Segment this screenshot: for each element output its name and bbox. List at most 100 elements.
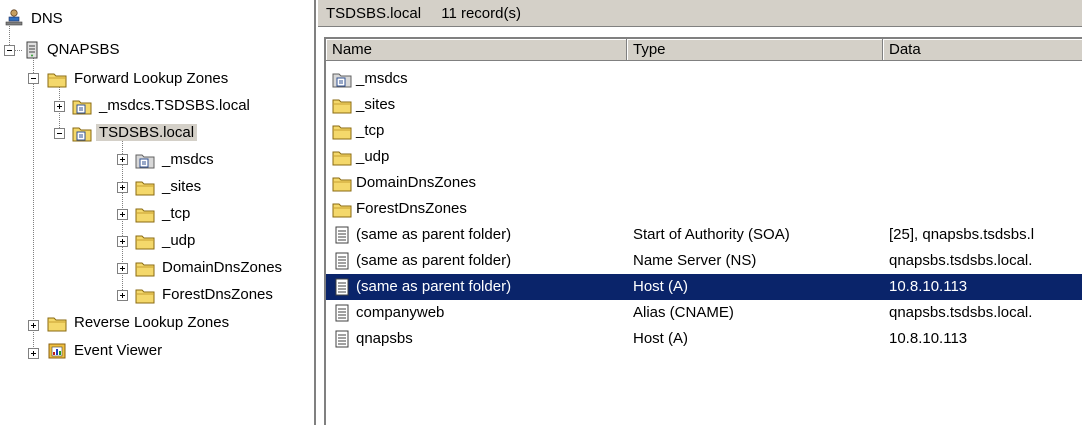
folder-icon (47, 317, 67, 332)
server-icon (26, 41, 38, 59)
list-header: Name Type Data (326, 39, 1082, 61)
folder-icon (47, 73, 67, 88)
tree-item-label: _msdcs.TSDSBS.local (99, 97, 250, 114)
table-row[interactable]: _udp (326, 144, 1082, 170)
tree-item-zone-msdcs[interactable]: _msdcs.TSDSBS.local (72, 93, 253, 119)
zone-icon (72, 127, 92, 142)
tree-item-forward-lookup-zones[interactable]: Forward Lookup Zones (47, 66, 231, 92)
event-viewer-icon (48, 343, 66, 359)
expand-toggle[interactable] (28, 320, 39, 331)
collapse-toggle[interactable] (28, 73, 39, 84)
expand-toggle[interactable] (54, 101, 65, 112)
folder-icon (332, 151, 352, 166)
table-row[interactable]: (same as parent folder) Name Server (NS) q… (326, 248, 1082, 274)
table-row[interactable]: _msdcs (326, 66, 1082, 92)
tree-item-reverse-lookup-zones[interactable]: Reverse Lookup Zones (47, 310, 232, 336)
folder-icon (135, 208, 155, 223)
expand-toggle[interactable] (117, 209, 128, 220)
tree-item-forestdnszones[interactable]: ForestDnsZones (135, 282, 276, 308)
cell-type: Host (A) (633, 278, 689, 295)
table-row[interactable]: companyweb Alias (CNAME) qnapsbs.tsdsbs.lo… (326, 300, 1082, 326)
collapse-toggle[interactable] (4, 45, 15, 56)
tree-item-event-viewer[interactable]: Event Viewer (47, 338, 165, 364)
table-row[interactable]: DomainDnsZones (326, 170, 1082, 196)
tree-item-label: QNAPSBS (47, 41, 120, 58)
cell-data: 10.8.10.113 (889, 330, 968, 347)
expand-toggle[interactable] (117, 263, 128, 274)
tree-item-label: DNS (31, 10, 63, 27)
record-icon (335, 304, 349, 322)
record-icon (335, 330, 349, 348)
record-icon (335, 278, 349, 296)
tree-item-udp[interactable]: _udp (135, 228, 198, 254)
collapse-toggle[interactable] (54, 128, 65, 139)
tree-item-server[interactable]: QNAPSBS (22, 37, 123, 63)
expand-toggle[interactable] (28, 348, 39, 359)
tree-item-label: DomainDnsZones (162, 259, 283, 276)
cell-type: Alias (CNAME) (633, 304, 734, 321)
details-record-count: 11 record(s) (441, 5, 521, 22)
folder-icon (135, 235, 155, 250)
folder-icon (135, 262, 155, 277)
table-row[interactable]: qnapsbs Host (A) 10.8.10.113 (326, 326, 1082, 352)
expand-toggle[interactable] (117, 154, 128, 165)
tree-item-label: Reverse Lookup Zones (74, 314, 230, 331)
tree-item-label: _sites (162, 178, 202, 195)
tree-item-label: Event Viewer (74, 342, 163, 359)
column-header-data[interactable]: Data (883, 39, 1082, 61)
folder-icon (332, 177, 352, 192)
cell-name: _msdcs (356, 70, 408, 87)
cell-type: Host (A) (633, 330, 689, 347)
column-header-type[interactable]: Type (627, 39, 883, 61)
table-row[interactable]: (same as parent folder) Host (A) 10.8.10.1… (326, 274, 1082, 300)
details-pane: TSDSBS.local 11 record(s) Name Type Data… (318, 0, 1082, 425)
zone-icon (72, 100, 92, 115)
folder-icon (332, 125, 352, 140)
tree-item-zone-tsdsbs[interactable]: TSDSBS.local (72, 120, 198, 146)
record-list: Name Type Data _msdcs _sites _tcp _udp Domai… (324, 37, 1082, 425)
column-header-name[interactable]: Name (326, 39, 627, 61)
cell-name: (same as parent folder) (356, 278, 512, 295)
cell-name: qnapsbs (356, 330, 413, 347)
table-row[interactable]: _tcp (326, 118, 1082, 144)
tree-item-msdcs[interactable]: _msdcs (135, 147, 217, 173)
list-body: _msdcs _sites _tcp _udp DomainDnsZones Forest… (326, 61, 1082, 425)
tree-item-label: ForestDnsZones (162, 286, 273, 303)
cell-name: DomainDnsZones (356, 174, 477, 191)
tree-item-sites[interactable]: _sites (135, 174, 204, 200)
tree-item-label: _tcp (162, 205, 191, 222)
details-title-bar: TSDSBS.local 11 record(s) (318, 0, 1082, 27)
cell-name: ForestDnsZones (356, 200, 467, 217)
tree-item-domaindnszones[interactable]: DomainDnsZones (135, 255, 285, 281)
folder-icon (332, 99, 352, 114)
delegated-zone-icon (135, 154, 155, 169)
cell-name: _udp (356, 148, 390, 165)
tree-item-tcp[interactable]: _tcp (135, 201, 193, 227)
record-icon (335, 226, 349, 244)
cell-data: qnapsbs.tsdsbs.local. (889, 252, 1033, 269)
expand-toggle[interactable] (117, 182, 128, 193)
console-tree: DNS QNAPSBS Forward Lookup Zones _msdcs.… (0, 0, 316, 425)
cell-name: (same as parent folder) (356, 252, 512, 269)
expand-toggle[interactable] (117, 290, 128, 301)
expand-toggle[interactable] (117, 236, 128, 247)
folder-icon (332, 203, 352, 218)
cell-type: Start of Authority (SOA) (633, 226, 790, 243)
cell-name: (same as parent folder) (356, 226, 512, 243)
table-row[interactable]: _sites (326, 92, 1082, 118)
tree-item-dns[interactable]: DNS (4, 6, 66, 32)
tree-connector (33, 55, 34, 353)
record-icon (335, 252, 349, 270)
table-row[interactable]: ForestDnsZones (326, 196, 1082, 222)
cell-name: companyweb (356, 304, 445, 321)
cell-type: Name Server (NS) (633, 252, 757, 269)
delegated-zone-icon (332, 73, 352, 88)
cell-data: qnapsbs.tsdsbs.local. (889, 304, 1033, 321)
tree-item-label: _msdcs (162, 151, 214, 168)
dns-icon (5, 9, 23, 26)
details-zone-name: TSDSBS.local (326, 5, 422, 22)
table-row[interactable]: (same as parent folder) Start of Authorit… (326, 222, 1082, 248)
tree-connector (14, 50, 22, 51)
tree-item-label: TSDSBS.local (96, 124, 198, 141)
cell-data: [25], qnapsbs.tsdsbs.l (889, 226, 1035, 243)
